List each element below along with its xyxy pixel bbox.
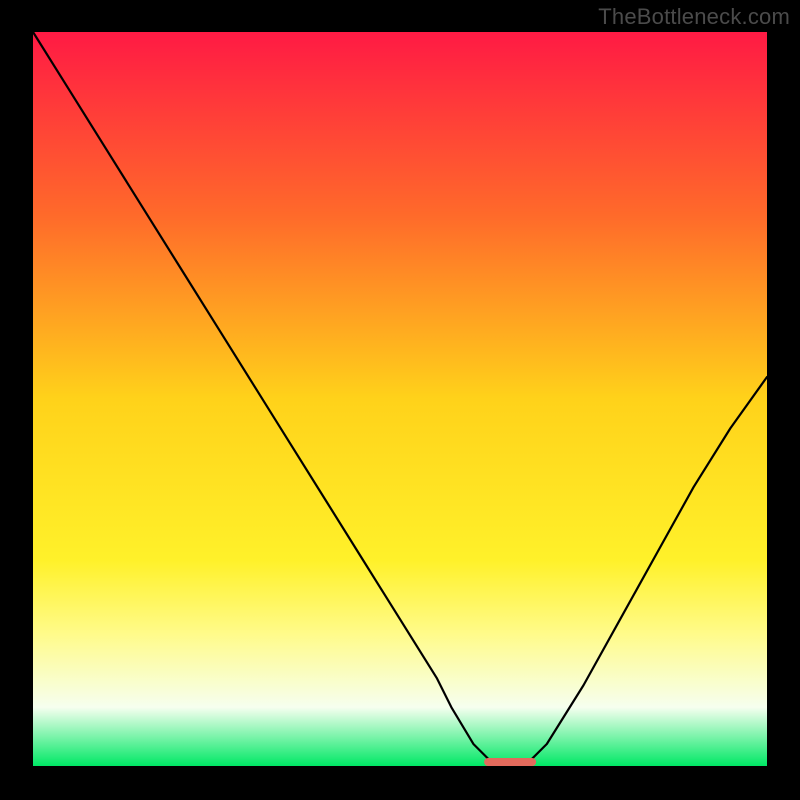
- gradient-background: [33, 32, 767, 766]
- watermark-text: TheBottleneck.com: [598, 4, 790, 30]
- chart-svg: [0, 0, 800, 800]
- chart-frame: TheBottleneck.com: [0, 0, 800, 800]
